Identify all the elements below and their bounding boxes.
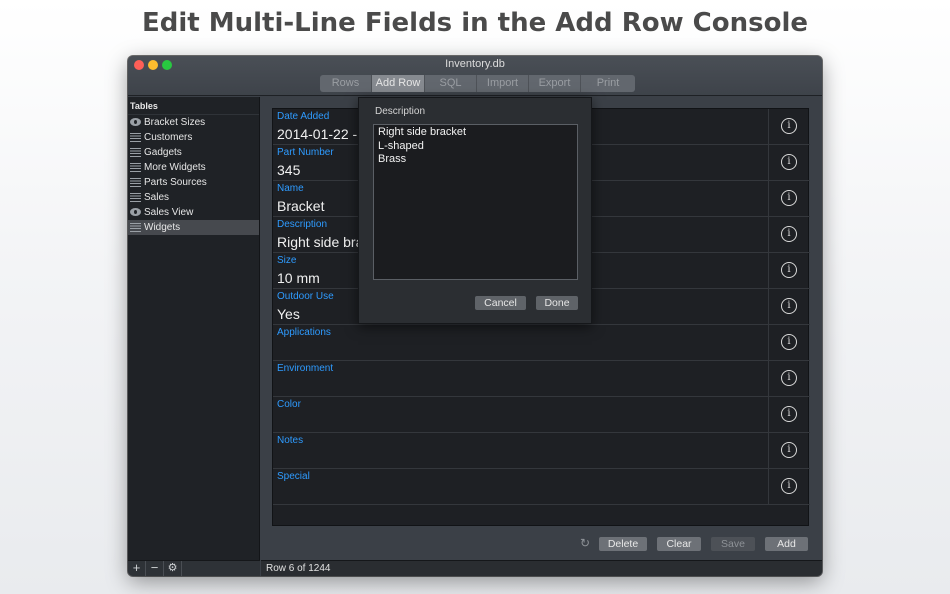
info-icon[interactable]: i (781, 226, 797, 242)
status-bar: Row 6 of 1244 (261, 560, 822, 576)
info-icon[interactable]: i (781, 370, 797, 386)
eye-icon (130, 208, 141, 216)
info-cell: i (768, 253, 810, 288)
field-special[interactable]: Special i (273, 469, 810, 505)
table-icon (130, 163, 141, 172)
info-icon[interactable]: i (781, 190, 797, 206)
remove-table-button[interactable]: − (146, 561, 164, 576)
info-cell: i (768, 325, 810, 360)
field-notes[interactable]: Notes i (273, 433, 810, 469)
info-cell: i (768, 289, 810, 324)
sidebar-item-label: Sales (144, 192, 170, 203)
sidebar-item-label: Customers (144, 132, 193, 143)
info-icon[interactable]: i (781, 118, 797, 134)
sidebar-item-more-widgets[interactable]: More Widgets (128, 160, 259, 175)
sidebar-footer: + − ⚙ (128, 560, 260, 576)
info-cell: i (768, 145, 810, 180)
text-line: Brass (378, 153, 407, 165)
field-environment[interactable]: Environment i (273, 361, 810, 397)
info-cell: i (768, 217, 810, 252)
field-label: Name (277, 183, 304, 194)
text-line: Right side bracket (378, 126, 467, 138)
info-icon[interactable]: i (781, 262, 797, 278)
field-label: Applications (277, 327, 331, 338)
tab-sql[interactable]: SQL (425, 75, 477, 92)
field-value[interactable]: 345 (277, 162, 359, 178)
sidebar-header: Tables (128, 97, 259, 115)
field-label: Date Added (277, 111, 330, 122)
info-cell: i (768, 397, 810, 432)
info-icon[interactable]: i (781, 334, 797, 350)
info-cell: i (768, 109, 810, 144)
table-icon (130, 223, 141, 232)
sidebar-item-label: Bracket Sizes (144, 117, 206, 128)
sidebar-item-label: Widgets (144, 222, 181, 233)
info-icon[interactable]: i (781, 154, 797, 170)
table-icon (130, 178, 141, 187)
field-label: Notes (277, 435, 304, 446)
field-label: Special (277, 471, 310, 482)
sidebar-item-widgets[interactable]: Widgets (128, 220, 259, 235)
sidebar-item-sales-view[interactable]: Sales View (128, 205, 259, 220)
field-value[interactable]: 2014-01-22 - (277, 126, 359, 142)
tab-export[interactable]: Export (529, 75, 581, 92)
table-icon (130, 148, 141, 157)
info-cell: i (768, 181, 810, 216)
sidebar-item-sales[interactable]: Sales (128, 190, 259, 205)
field-value[interactable]: Yes (277, 306, 359, 322)
refresh-icon[interactable]: ↻ (580, 536, 590, 550)
sidebar-item-customers[interactable]: Customers (128, 130, 259, 145)
save-button[interactable]: Save (711, 537, 755, 551)
clear-button[interactable]: Clear (657, 537, 701, 551)
field-color[interactable]: Color i (273, 397, 810, 433)
tab-import[interactable]: Import (477, 75, 529, 92)
add-table-button[interactable]: + (128, 561, 146, 576)
popover-title: Description (375, 106, 426, 117)
field-label: Part Number (277, 147, 334, 158)
eye-icon (130, 118, 141, 126)
sidebar-item-gadgets[interactable]: Gadgets (128, 145, 259, 160)
info-icon[interactable]: i (781, 406, 797, 422)
info-icon[interactable]: i (781, 298, 797, 314)
window-title: Inventory.db (445, 58, 505, 70)
field-label: Color (277, 399, 301, 410)
field-label: Outdoor Use (277, 291, 334, 302)
title-bar: Inventory.db Rows Add Row SQL Import Exp… (128, 56, 822, 96)
tab-rows[interactable]: Rows (320, 75, 372, 92)
page-headline: Edit Multi-Line Fields in the Add Row Co… (141, 8, 808, 38)
action-bar: ↻ Delete Clear Save Add (261, 535, 822, 553)
sidebar-item-label: Sales View (144, 207, 194, 218)
field-applications[interactable]: Applications i (273, 325, 810, 361)
table-icon (130, 133, 141, 142)
field-value[interactable]: 10 mm (277, 270, 359, 286)
info-cell: i (768, 469, 810, 504)
table-icon (130, 193, 141, 202)
sidebar-item-label: Gadgets (144, 147, 182, 158)
cancel-button[interactable]: Cancel (475, 296, 526, 310)
field-value[interactable]: Bracket (277, 198, 359, 214)
sidebar-item-bracket-sizes[interactable]: Bracket Sizes (128, 115, 259, 130)
add-button[interactable]: Add (765, 537, 808, 551)
field-label: Environment (277, 363, 334, 374)
tab-add-row[interactable]: Add Row (372, 75, 425, 92)
info-icon[interactable]: i (781, 442, 797, 458)
tables-sidebar: Tables Bracket Sizes Customers Gadgets M… (128, 97, 260, 560)
info-icon[interactable]: i (781, 478, 797, 494)
mode-toolbar: Rows Add Row SQL Import Export Print (320, 75, 635, 92)
tab-print[interactable]: Print (581, 75, 635, 92)
field-label: Description (277, 219, 328, 230)
done-button[interactable]: Done (536, 296, 578, 310)
info-cell: i (768, 433, 810, 468)
text-line: L-shaped (378, 139, 424, 152)
delete-button[interactable]: Delete (599, 537, 647, 551)
info-cell: i (768, 361, 810, 396)
sidebar-item-label: More Widgets (144, 162, 206, 173)
field-label: Size (277, 255, 297, 266)
description-editor-popover: Description Right side bracket L-shaped … (358, 97, 592, 324)
sidebar-item-parts-sources[interactable]: Parts Sources (128, 175, 259, 190)
sidebar-item-label: Parts Sources (144, 177, 207, 188)
description-textarea[interactable]: Right side bracket L-shaped Brass (373, 124, 578, 280)
gear-icon[interactable]: ⚙ (164, 561, 182, 576)
